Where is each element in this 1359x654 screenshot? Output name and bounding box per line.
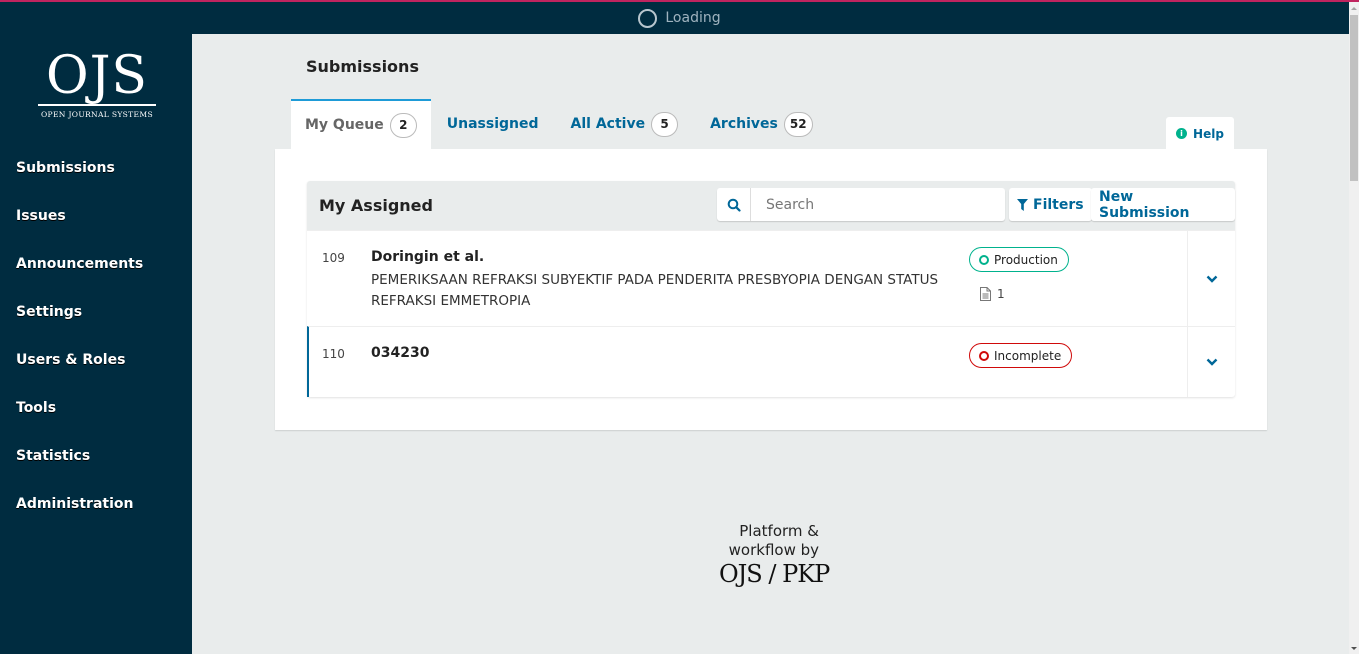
ojs-pkp-logo: OJS / PKP	[719, 560, 830, 588]
loading-label: Loading	[665, 10, 721, 26]
main-content: Submissions My Queue 2 Unassigned All Ac…	[192, 34, 1349, 654]
status-badge: Production	[969, 247, 1069, 272]
search-button[interactable]	[717, 188, 751, 221]
tab-label: My Queue	[305, 117, 384, 133]
list-title: My Assigned	[319, 196, 433, 215]
spinner-icon	[638, 8, 658, 28]
sidebar-item-statistics[interactable]: Statistics	[16, 448, 143, 496]
logo-subtitle: OPEN JOURNAL SYSTEMS	[41, 110, 153, 119]
scroll-down-arrow-icon[interactable]	[1351, 647, 1357, 650]
submission-row[interactable]: 109 Doringin et al. PEMERIKSAAN REFRAKSI…	[307, 230, 1235, 326]
sidebar-item-settings[interactable]: Settings	[16, 304, 143, 352]
submission-author: Doringin et al.	[371, 249, 485, 265]
scroll-up-arrow-icon[interactable]	[1351, 7, 1357, 10]
status-label: Incomplete	[994, 348, 1062, 363]
submission-row[interactable]: 110 034230 Incomplete	[307, 326, 1235, 397]
submission-tabs: My Queue 2 Unassigned All Active 5 Archi…	[291, 99, 829, 149]
tab-label: All Active	[570, 116, 646, 132]
sidebar-item-issues[interactable]: Issues	[16, 208, 143, 256]
scrollbar-thumb[interactable]	[1350, 15, 1358, 181]
help-label: Help	[1193, 126, 1224, 141]
logo-title: OJS	[38, 50, 156, 106]
sidebar-item-submissions[interactable]: Submissions	[16, 160, 143, 208]
filters-button[interactable]: Filters	[1009, 188, 1092, 221]
filters-label: Filters	[1033, 196, 1084, 213]
sidebar-nav: Submissions Issues Announcements Setting…	[16, 160, 143, 544]
search-icon	[727, 198, 741, 212]
document-icon	[980, 287, 991, 301]
files-count: 1	[980, 287, 1005, 301]
page-scrollbar[interactable]	[1349, 2, 1359, 654]
filter-icon	[1017, 198, 1028, 211]
count-badge: 5	[651, 111, 679, 137]
footer-line-1: Platform &	[739, 522, 819, 540]
status-badge: Incomplete	[969, 343, 1073, 368]
tab-label: Unassigned	[446, 116, 539, 132]
expand-button[interactable]	[1187, 327, 1235, 397]
tab-label: Archives	[710, 116, 778, 132]
submission-title: PEMERIKSAAN REFRAKSI SUBYEKTIF PADA PEND…	[371, 272, 939, 309]
page-title: Submissions	[306, 57, 419, 76]
footer-line-2: workflow by	[728, 541, 819, 559]
submissions-list: My Assigned Filters	[307, 181, 1235, 397]
sidebar-item-tools[interactable]: Tools	[16, 400, 143, 448]
submission-id: 109	[322, 251, 345, 265]
search-box	[717, 188, 1005, 221]
sidebar: OJS OPEN JOURNAL SYSTEMS Submissions Iss…	[0, 34, 192, 654]
loading-indicator: Loading	[638, 8, 721, 28]
pkp-brand-link[interactable]: Platform & workflow by OJS / PKP	[719, 522, 830, 588]
sidebar-item-announcements[interactable]: Announcements	[16, 256, 143, 304]
submission-author: 034230	[371, 345, 430, 361]
search-input[interactable]	[751, 188, 1005, 221]
top-bar: Loading	[0, 2, 1349, 34]
chevron-down-icon	[1206, 275, 1217, 283]
files-count-value: 1	[997, 287, 1005, 301]
sidebar-item-administration[interactable]: Administration	[16, 496, 143, 544]
tab-my-queue[interactable]: My Queue 2	[291, 99, 431, 149]
new-submission-label: New Submission	[1099, 188, 1190, 221]
sidebar-item-users-roles[interactable]: Users & Roles	[16, 352, 143, 400]
list-header: My Assigned Filters	[307, 181, 1235, 230]
count-badge: 2	[389, 112, 417, 138]
expand-button[interactable]	[1187, 231, 1235, 326]
status-ring-icon	[979, 254, 989, 265]
status-label: Production	[994, 252, 1058, 267]
help-button[interactable]: i Help	[1166, 117, 1234, 150]
ojs-logo[interactable]: OJS OPEN JOURNAL SYSTEMS	[38, 50, 156, 119]
chevron-down-icon	[1206, 358, 1217, 366]
tab-panel: My Assigned Filters	[275, 149, 1267, 430]
count-badge: 52	[783, 111, 813, 137]
tab-all-active[interactable]: All Active 5	[555, 99, 695, 149]
status-ring-icon	[979, 350, 989, 361]
submission-id: 110	[322, 347, 345, 361]
tab-archives[interactable]: Archives 52	[694, 99, 828, 149]
info-icon: i	[1176, 128, 1188, 139]
tab-unassigned[interactable]: Unassigned	[431, 99, 555, 149]
new-submission-button[interactable]: New Submission	[1091, 188, 1235, 221]
